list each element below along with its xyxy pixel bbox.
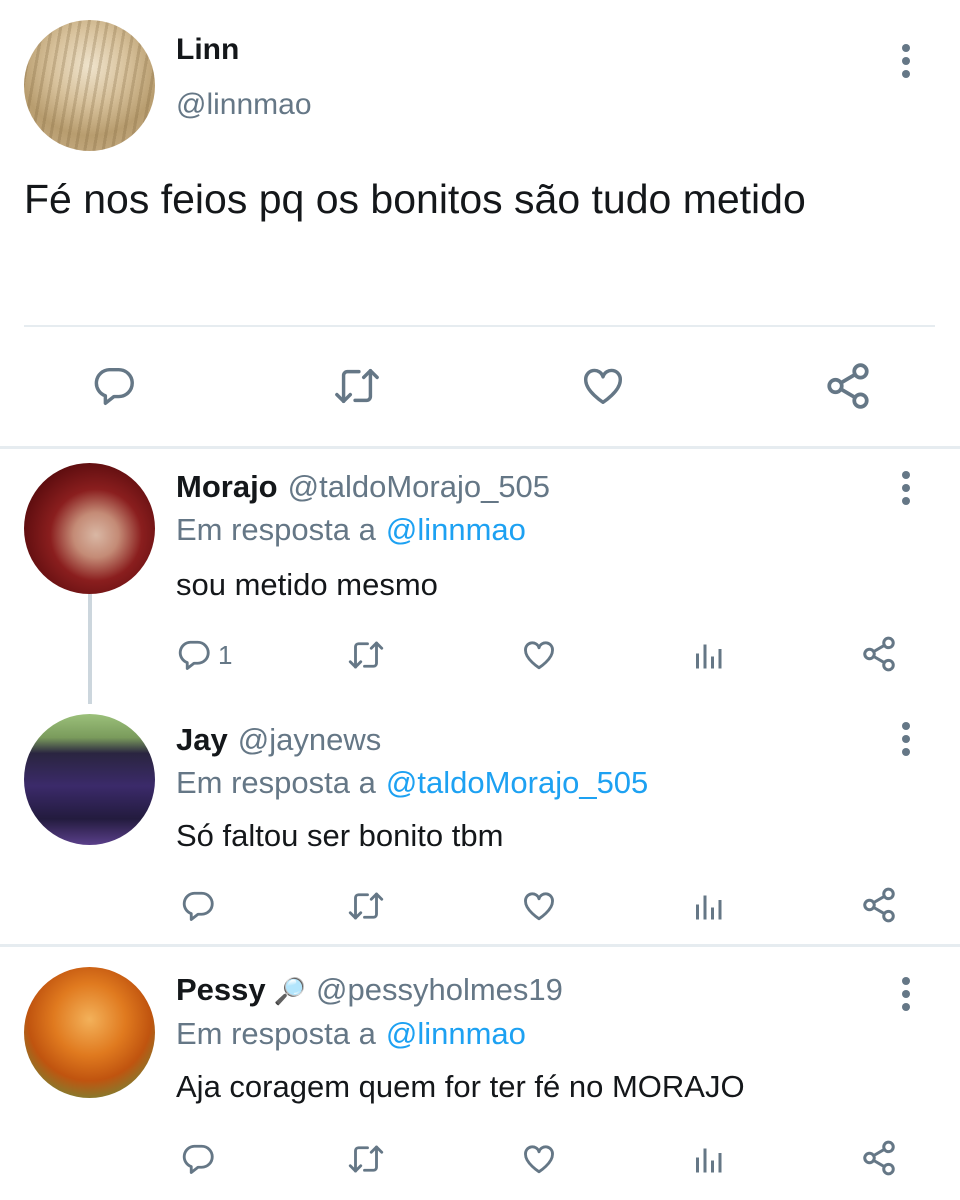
avatar[interactable] <box>24 967 155 1098</box>
reply-button[interactable]: 1 <box>176 637 232 673</box>
share-icon <box>863 887 895 923</box>
tweet-text: sou metido mesmo <box>176 567 438 602</box>
share-icon <box>863 636 895 672</box>
like-button[interactable] <box>520 1141 558 1177</box>
analytics-button[interactable] <box>690 637 726 673</box>
share-icon <box>863 1140 895 1176</box>
reply-tweet[interactable]: Pessy 🔎 @pessyholmes19 Em resposta a @linnm… <box>0 947 960 1200</box>
author-handle[interactable]: @linnmao <box>176 88 312 122</box>
display-name: Morajo <box>176 469 278 504</box>
in-reply-label: Em resposta a <box>176 765 376 800</box>
display-name: Pessy <box>176 972 266 1007</box>
more-options-icon[interactable] <box>897 975 917 1015</box>
analytics-icon <box>696 895 722 920</box>
reply-icon <box>178 640 210 670</box>
tweet-text: Fé nos feios pq os bonitos são tudo meti… <box>24 176 806 222</box>
author-handle: @pessyholmes19 <box>316 972 563 1007</box>
reply-tweet[interactable]: Morajo @taldoMorajo_505 Em resposta a @lin… <box>0 449 960 704</box>
avatar[interactable] <box>24 20 155 151</box>
mention-link[interactable]: @taldoMorajo_505 <box>386 765 648 800</box>
like-button[interactable] <box>520 888 558 924</box>
retweet-icon <box>348 1145 384 1173</box>
divider <box>24 325 935 327</box>
analytics-icon <box>696 644 722 669</box>
more-options-icon[interactable] <box>897 42 917 82</box>
retweet-icon <box>348 892 384 920</box>
share-button[interactable] <box>823 361 873 411</box>
reply-icon <box>94 367 134 405</box>
share-button[interactable] <box>860 635 898 673</box>
reply-icon <box>182 1144 214 1174</box>
author-name[interactable]: Jay @jaynews <box>176 722 381 758</box>
reply-button[interactable] <box>180 1141 222 1177</box>
author-handle: @taldoMorajo_505 <box>287 469 551 504</box>
retweet-button[interactable] <box>345 637 387 673</box>
reply-count: 1 <box>218 639 233 670</box>
retweet-icon <box>335 368 379 404</box>
tweet-text: Aja coragem quem for ter fé no MORAJO <box>176 1069 745 1104</box>
mention-link[interactable]: @linnmao <box>386 1016 526 1051</box>
author-name[interactable]: Linn <box>176 33 239 67</box>
display-name: Jay <box>176 722 228 757</box>
in-reply-label: Em resposta a <box>176 512 376 547</box>
more-options-icon[interactable] <box>897 720 917 760</box>
like-icon <box>584 368 622 405</box>
retweet-button[interactable] <box>345 1141 387 1177</box>
avatar[interactable] <box>24 714 155 845</box>
analytics-button[interactable] <box>690 1141 726 1177</box>
in-reply-to: Em resposta a @linnmao <box>176 1016 526 1052</box>
reply-tweet[interactable]: Jay @jaynews Em resposta a @taldoMorajo_50… <box>0 700 960 944</box>
in-reply-label: Em resposta a <box>176 1016 376 1051</box>
reply-button[interactable] <box>180 888 222 924</box>
thread-line <box>88 594 92 704</box>
analytics-icon <box>696 1148 722 1173</box>
like-button[interactable] <box>520 637 558 673</box>
retweet-button[interactable] <box>345 888 387 924</box>
reply-icon <box>182 891 214 921</box>
retweet-icon <box>348 641 384 669</box>
magnifier-emoji-icon: 🔎 <box>273 976 307 1006</box>
main-tweet: Linn @linnmao Fé nos feios pq os bonitos… <box>0 0 960 448</box>
tweet-text: Só faltou ser bonito tbm <box>176 818 504 853</box>
author-name[interactable]: Morajo @taldoMorajo_505 <box>176 469 550 505</box>
like-button[interactable] <box>579 363 627 409</box>
like-icon <box>524 641 554 670</box>
analytics-button[interactable] <box>690 888 726 924</box>
share-icon <box>827 363 869 409</box>
reply-button[interactable] <box>91 363 137 409</box>
in-reply-to: Em resposta a @linnmao <box>176 512 526 548</box>
avatar[interactable] <box>24 463 155 594</box>
more-options-icon[interactable] <box>897 469 917 509</box>
author-name[interactable]: Pessy 🔎 @pessyholmes19 <box>176 972 563 1008</box>
like-icon <box>524 1145 554 1174</box>
retweet-button[interactable] <box>331 363 383 409</box>
author-handle: @jaynews <box>237 722 382 757</box>
mention-link[interactable]: @linnmao <box>386 512 526 547</box>
like-icon <box>524 892 554 921</box>
in-reply-to: Em resposta a @taldoMorajo_505 <box>176 765 648 801</box>
share-button[interactable] <box>860 886 898 924</box>
share-button[interactable] <box>860 1139 898 1177</box>
